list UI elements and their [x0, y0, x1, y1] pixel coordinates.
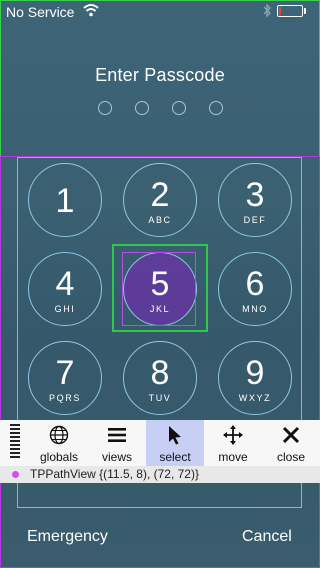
keypad-key-1[interactable]: 1: [28, 163, 102, 237]
key-letters: DEF: [243, 215, 267, 225]
close-icon: [282, 426, 300, 444]
close-label: close: [276, 450, 305, 464]
passcode-dot: [172, 101, 186, 115]
passcode-dots: [98, 101, 223, 115]
key-letters: JKL: [149, 304, 171, 314]
selection-readout: TPPathView {(11.5, 8), (72, 72)}: [0, 466, 320, 483]
select-button[interactable]: select: [146, 420, 204, 466]
keypad-key-6[interactable]: 6 MNO: [218, 252, 292, 326]
globals-label: globals: [39, 450, 79, 464]
key-letters: PQRS: [49, 393, 81, 403]
close-button[interactable]: close: [262, 420, 320, 466]
status-bar: No Service: [0, 0, 320, 22]
globals-button[interactable]: globals: [30, 420, 88, 466]
battery-level: [279, 7, 281, 15]
cancel-button[interactable]: Cancel: [242, 528, 292, 546]
select-label: select: [159, 450, 191, 464]
carrier-label: No Service: [6, 4, 75, 20]
keypad-key-4[interactable]: 4 GHI: [28, 252, 102, 326]
wifi-icon: [83, 4, 99, 17]
key-letters: TUV: [148, 393, 172, 403]
key-letters: WXYZ: [238, 393, 272, 403]
inspector-toolbar: globals views select move close: [0, 420, 320, 466]
hamburger-icon: [108, 428, 126, 442]
key-digit: 6: [245, 265, 265, 303]
key-letters: MNO: [242, 304, 268, 314]
passcode-dot: [98, 101, 112, 115]
battery-icon: [277, 5, 303, 17]
keypad-key-3[interactable]: 3 DEF: [218, 163, 292, 237]
selection-color-dot: [12, 471, 19, 478]
bluetooth-icon: [263, 3, 271, 18]
battery-tip: [304, 8, 306, 14]
emergency-button[interactable]: Emergency: [27, 528, 108, 546]
move-arrows-icon: [223, 425, 243, 445]
key-digit: 1: [55, 182, 75, 220]
page-title: Enter Passcode: [95, 65, 225, 85]
keypad-key-9[interactable]: 9 WXYZ: [218, 341, 292, 415]
key-digit: 2: [150, 176, 170, 214]
key-letters: GHI: [54, 304, 76, 314]
views-label: views: [101, 450, 132, 464]
selection-text: TPPathView {(11.5, 8), (72, 72)}: [30, 467, 199, 481]
cursor-arrow-icon: [169, 426, 181, 445]
views-button[interactable]: views: [88, 420, 146, 466]
key-digit: 3: [245, 176, 265, 214]
key-digit: 9: [245, 354, 265, 392]
keypad-key-5[interactable]: 5 JKL: [123, 252, 197, 326]
key-digit: 7: [55, 354, 75, 392]
key-digit: 5: [150, 265, 170, 303]
drag-handle[interactable]: [10, 424, 20, 462]
keypad-key-7[interactable]: 7 PQRS: [28, 341, 102, 415]
passcode-dot: [135, 101, 149, 115]
globe-icon: [49, 425, 69, 445]
key-letters: ABC: [148, 215, 172, 225]
keypad-key-8[interactable]: 8 TUV: [123, 341, 197, 415]
move-label: move: [218, 450, 248, 464]
move-button[interactable]: move: [204, 420, 262, 466]
key-digit: 8: [150, 354, 170, 392]
key-digit: 4: [55, 265, 75, 303]
passcode-dot: [209, 101, 223, 115]
keypad-key-2[interactable]: 2 ABC: [123, 163, 197, 237]
